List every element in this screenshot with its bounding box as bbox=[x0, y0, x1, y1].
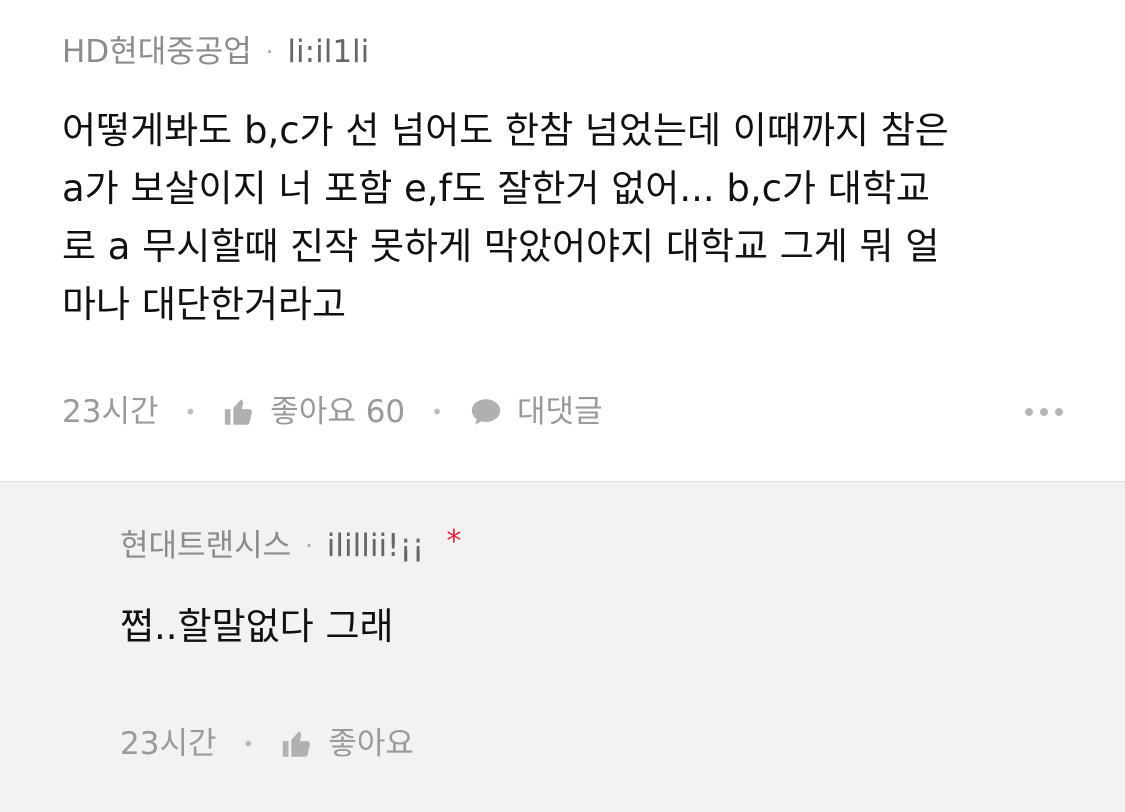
reply-actions: 23시간 • 좋아요 bbox=[120, 726, 1063, 762]
reply-label: 대댓글 bbox=[516, 394, 603, 430]
more-options-button[interactable] bbox=[1025, 394, 1063, 430]
author-nickname[interactable]: li:il1li bbox=[287, 34, 369, 70]
more-dots-icon bbox=[1025, 408, 1033, 416]
action-separator: • bbox=[242, 732, 255, 756]
reply-button[interactable]: 대댓글 bbox=[469, 394, 603, 430]
reply-author-nickname[interactable]: ilillii!¡¡ bbox=[327, 528, 425, 564]
action-separator: • bbox=[184, 400, 197, 424]
author-company[interactable]: HD현대중공업 bbox=[62, 34, 252, 70]
thumbs-up-icon bbox=[225, 399, 253, 425]
more-dots-icon bbox=[1055, 408, 1063, 416]
meta-separator: · bbox=[305, 532, 313, 560]
speech-bubble-icon bbox=[471, 399, 501, 425]
reply-comment: 현대트랜시스 · ilillii!¡¡ * 쩝..할말없다 그래 bbox=[0, 482, 1125, 812]
reply-like-label: 좋아요 bbox=[328, 726, 414, 762]
comment-text: 어떻게봐도 b,c가 선 넘어도 한참 넘었는데 이때까지 참은 a가 보살이지… bbox=[62, 109, 949, 326]
reply-time: 23시간 bbox=[120, 726, 217, 762]
comment-actions: 23시간 • 좋아요 60 • 대댓글 bbox=[62, 394, 1063, 430]
comment-time: 23시간 bbox=[62, 394, 159, 430]
thumbs-up-icon bbox=[283, 731, 311, 757]
comment-author-meta: HD현대중공업 · li:il1li bbox=[62, 34, 1063, 70]
action-separator: • bbox=[431, 400, 443, 424]
like-button[interactable]: 좋아요 60 bbox=[222, 394, 405, 430]
comment-main: HD현대중공업 · li:il1li 어떻게봐도 b,c가 선 넘어도 한참 넘… bbox=[0, 0, 1125, 482]
more-dots-icon bbox=[1040, 408, 1048, 416]
meta-separator: · bbox=[265, 38, 274, 66]
reply-author-company[interactable]: 현대트랜시스 bbox=[120, 528, 291, 564]
reply-text: 쩝..할말없다 그래 bbox=[120, 605, 394, 648]
like-count: 좋아요 60 bbox=[270, 394, 406, 430]
author-star-marker: * bbox=[446, 524, 462, 559]
reply-author-meta: 현대트랜시스 · ilillii!¡¡ * bbox=[120, 524, 1063, 564]
reply-like-button[interactable]: 좋아요 bbox=[280, 726, 414, 762]
